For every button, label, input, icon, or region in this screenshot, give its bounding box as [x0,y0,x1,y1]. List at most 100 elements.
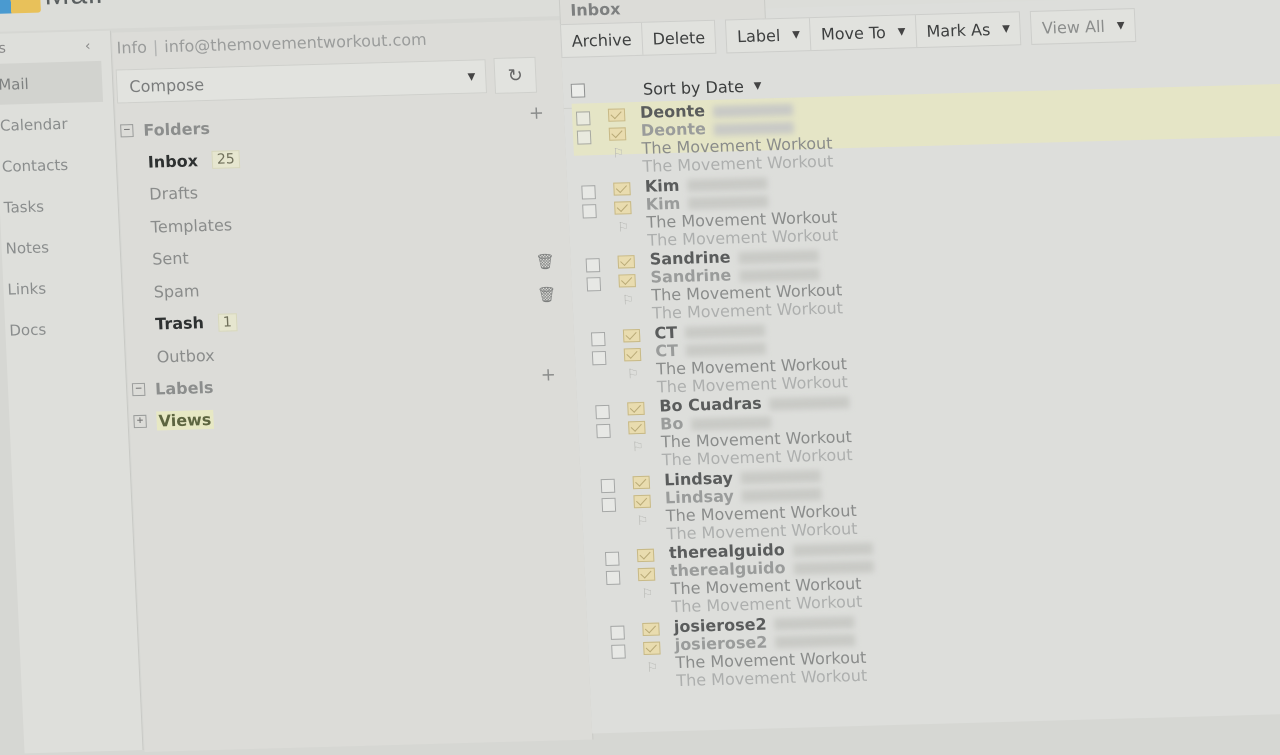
compose-button[interactable]: Compose ▼ [115,59,488,104]
message-status-icons: ⚐ [632,475,651,529]
message-status-icons: ⚐ [641,622,661,676]
nav-item-mail[interactable]: Mail [0,60,104,105]
refresh-button[interactable]: ↻ [493,56,538,94]
mark-as-menu-button[interactable]: Mark As ▼ [916,12,1021,47]
redacted-text [769,395,850,410]
nav-item-links[interactable]: Links [3,265,123,309]
redacted-text [774,616,855,631]
flag-icon[interactable]: ⚐ [612,146,624,162]
flag-icon[interactable]: ⚐ [632,440,644,456]
redacted-text [712,103,794,118]
message-checkbox[interactable] [575,111,591,126]
folder-panel: Info | info@themovementworkout.com Compo… [111,20,594,752]
action-group: Archive Delete [559,19,717,59]
collapse-icon[interactable]: − [131,382,146,397]
view-all-label: View All [1041,16,1106,38]
message-text: Deonte Deonte The Movement Workout The M… [640,99,834,176]
archive-button[interactable]: Archive [561,22,644,58]
envelope-icon [618,274,636,288]
labels-heading-label: Labels [154,377,214,399]
chevron-down-icon: ▼ [897,25,906,38]
message-checkbox[interactable] [600,478,615,493]
redacted-text [775,634,856,649]
message-checkbox[interactable] [604,551,620,567]
flag-icon[interactable]: ⚐ [617,220,629,236]
message-status-icons: ⚐ [636,548,656,603]
message-checkbox[interactable] [600,497,616,512]
add-folder-icon[interactable]: + [528,103,544,124]
redacted-text [687,177,768,192]
empty-spam-icon[interactable]: 🗑 [535,252,555,271]
message-text: therealguido therealguido The Movement W… [669,539,876,616]
empty-trash-icon[interactable]: 🗑 [537,285,557,304]
refresh-icon: ↻ [507,64,524,87]
nav-item-contacts[interactable]: Contacts [0,143,117,187]
flag-icon[interactable]: ⚐ [627,367,639,383]
message-checkbox[interactable] [595,404,610,420]
message-checkbox[interactable] [609,625,625,640]
nav-item-notes[interactable]: Notes [1,224,121,268]
message-checkbox[interactable] [585,258,601,273]
envelope-icon [617,255,636,269]
message-checkbox[interactable] [580,184,596,200]
message-text: Bo Cuadras Bo The Movement Workout The M… [659,392,853,470]
delete-button[interactable]: Delete [642,21,716,55]
message-checkbox[interactable] [591,350,606,365]
message-checkbox[interactable] [586,277,602,292]
folder-label: Templates [150,215,233,237]
nav-item-label: Docs [8,320,47,340]
move-to-label: Move To [820,22,887,44]
flag-icon[interactable]: ⚐ [622,293,634,309]
add-label-icon[interactable]: + [540,364,556,385]
envelope-icon [642,641,661,655]
message-checkbox-group [604,551,621,586]
nav-item-label: Notes [5,237,50,258]
nav-header-label: s [0,40,7,57]
chevron-down-icon: ▼ [753,80,762,92]
folders-heading-label: Folders [142,118,211,140]
menu-group: Label ▼ Move To ▼ Mark As ▼ [725,11,1022,54]
message-checkbox[interactable] [610,644,626,659]
chevron-down-icon: ▼ [1116,19,1125,32]
message-checkbox[interactable] [581,203,597,219]
nav-item-docs[interactable]: Docs [4,306,124,350]
nav-item-tasks[interactable]: Tasks [0,184,119,228]
flag-icon[interactable]: ⚐ [646,660,658,676]
envelope-icon [622,328,640,342]
message-checkbox[interactable] [590,331,606,346]
message-checkbox[interactable] [596,423,611,439]
redacted-text [738,249,819,264]
folder-label: Trash [154,313,205,334]
app-logo[interactable]: Mail [0,0,104,15]
message-list: ⚐ Deonte Deonte The Movement Workout The… [564,85,1280,694]
envelope-icon [608,127,627,141]
compose-dropdown-icon[interactable]: ▼ [467,71,475,82]
label-menu-button[interactable]: Label ▼ [726,18,812,53]
nav-item-calendar[interactable]: Calendar [0,102,115,146]
flag-icon[interactable]: ⚐ [636,513,648,529]
message-status-icons: ⚐ [622,328,641,383]
nav-item-label: Mail [0,74,30,94]
redacted-text [691,415,772,431]
folder-label: Outbox [156,345,216,367]
message-checkbox[interactable] [576,130,592,145]
view-group: View All ▼ [1030,8,1137,45]
message-status-icons: ⚐ [617,255,637,309]
message-sender: CT [654,322,678,343]
views-heading-label: Views [156,409,214,431]
view-all-menu-button[interactable]: View All ▼ [1031,9,1135,44]
message-status-icons: ⚐ [627,401,646,456]
message-checkbox-group [585,258,602,292]
flag-icon[interactable]: ⚐ [641,587,653,603]
collapse-icon[interactable]: − [120,123,134,137]
move-to-menu-button[interactable]: Move To ▼ [810,15,918,51]
select-all-checkbox[interactable] [570,83,586,98]
expand-icon[interactable]: + [133,414,147,429]
folder-label: Spam [153,281,200,302]
chevron-left-icon[interactable]: ‹ [85,38,91,54]
redacted-text [739,267,820,282]
sort-dropdown[interactable]: Sort by Date ▼ [643,76,762,98]
message-checkbox[interactable] [605,570,621,586]
app-name: Mail [43,0,104,12]
envelope-icon [637,567,656,582]
